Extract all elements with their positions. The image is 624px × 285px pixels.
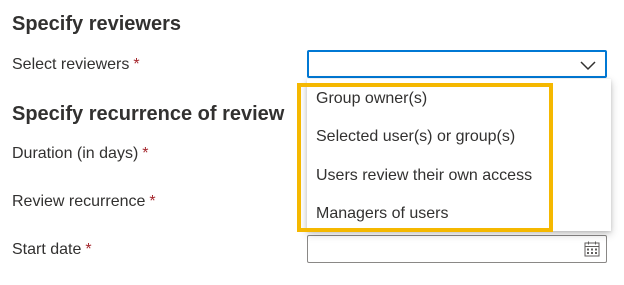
option-users-review-own-access[interactable]: Users review their own access [316, 167, 532, 185]
select-reviewers-dropdown[interactable] [307, 50, 607, 78]
option-managers-of-users[interactable]: Managers of users [316, 205, 449, 223]
calendar-icon[interactable] [584, 241, 600, 257]
review-recurrence-label: Review recurrence * [12, 193, 156, 211]
required-asterisk: * [142, 145, 149, 162]
select-reviewers-label-text: Select reviewers [12, 56, 130, 73]
select-reviewers-label: Select reviewers * [12, 56, 140, 74]
start-date-label-text: Start date [12, 241, 82, 258]
option-group-owners[interactable]: Group owner(s) [316, 90, 427, 108]
start-date-input[interactable] [307, 235, 607, 263]
required-asterisk: * [149, 193, 156, 210]
specify-reviewers-heading: Specify reviewers [12, 13, 181, 35]
start-date-label: Start date * [12, 241, 92, 259]
required-asterisk: * [85, 241, 92, 258]
duration-label-text: Duration (in days) [12, 145, 139, 162]
duration-label: Duration (in days) * [12, 145, 149, 163]
review-recurrence-label-text: Review recurrence [12, 193, 146, 210]
specify-recurrence-heading: Specify recurrence of review [12, 103, 285, 125]
chevron-down-icon[interactable] [579, 58, 597, 72]
option-selected-users-or-groups[interactable]: Selected user(s) or group(s) [316, 128, 515, 146]
required-asterisk: * [133, 56, 140, 73]
